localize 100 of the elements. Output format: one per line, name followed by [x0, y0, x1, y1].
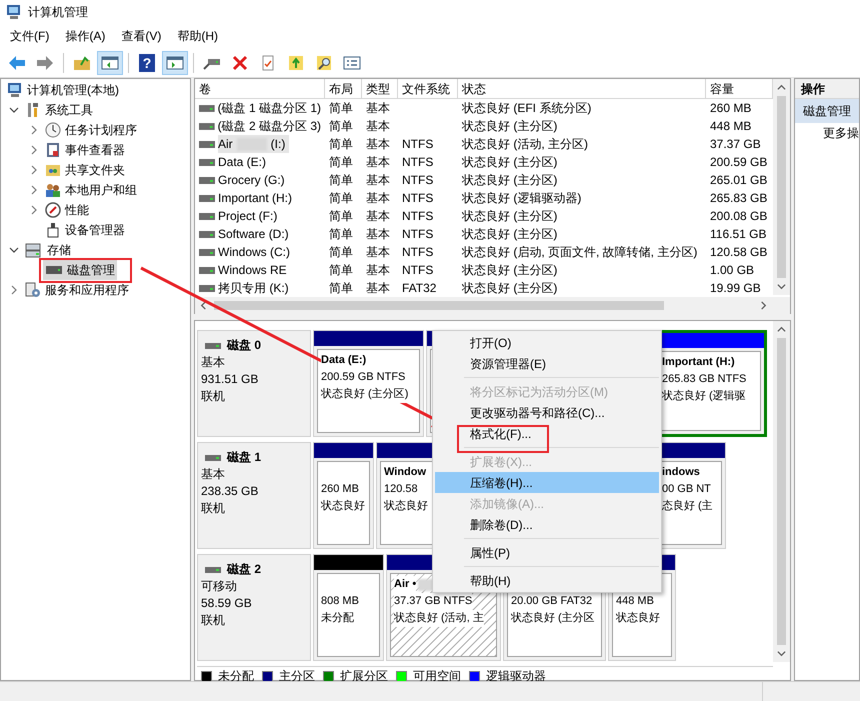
table-cell-text: 265.01 GB — [709, 172, 768, 189]
volume-name[interactable]: Project (F:) — [218, 207, 282, 225]
partition-info: 37.37 GB NTFS — [394, 593, 472, 610]
table-row[interactable]: Data (E:) 简单 基本 NTFS 状态良好 (主分区) 200.59 GB — [195, 153, 773, 171]
help-icon: ? — [139, 54, 155, 72]
table-row[interactable]: Grocery (G:) 简单 基本 NTFS 状态良好 (主分区) 265.01 GB — [195, 171, 773, 189]
menu-item[interactable]: 压缩卷(H)... — [435, 472, 659, 493]
table-row[interactable]: Windows RE 简单 基本 NTFS 状态良好 (主分区) 1.00 GB — [195, 261, 773, 279]
menu-bar-item[interactable]: 操作(A) — [57, 26, 114, 46]
partition-info: 状态良好 (活动, 主 — [394, 610, 484, 627]
column-header[interactable]: 状态 — [458, 79, 706, 99]
disk-name: 磁盘 0 — [227, 337, 262, 354]
partition[interactable]: Data (E:) 200.59 GB NTFS 状态良好 (主分区) — [313, 330, 424, 437]
menu-bar-item[interactable]: 文件(F) — [2, 26, 58, 46]
table-cell-text: 基本 — [365, 172, 391, 189]
column-header[interactable]: 卷 — [195, 79, 325, 99]
table-cell-text: 基本 — [365, 118, 391, 135]
tree-item[interactable]: 性能 — [43, 200, 91, 220]
volume-name[interactable]: Windows (C:) — [218, 243, 294, 261]
volume-name[interactable]: Windows RE — [218, 261, 291, 279]
table-cell-text: FAT32 — [401, 280, 438, 297]
table-cell-text: 基本 — [365, 244, 391, 261]
table-cell-text: 状态良好 (主分区) — [461, 118, 558, 135]
tree-item[interactable]: 本地用户和组 — [43, 180, 139, 200]
volume-name[interactable]: Data (E:) — [218, 153, 270, 171]
table-cell-text: 简单 — [328, 262, 354, 279]
table-cell-text: 简单 — [328, 280, 354, 297]
tree-item[interactable]: 共享文件夹 — [43, 160, 127, 180]
action-link[interactable]: 更多操 — [795, 123, 859, 143]
disk-name: 磁盘 2 — [227, 561, 262, 578]
table-cell-text: NTFS — [401, 262, 434, 279]
table-row[interactable]: (磁盘 1 磁盘分区 1) 简单 基本 状态良好 (EFI 系统分区) 260 MB — [195, 99, 773, 117]
tree-item[interactable]: 计算机管理(本地) — [5, 80, 121, 100]
table-cell-text: 简单 — [328, 118, 354, 135]
volume-name[interactable]: Important (H:) — [218, 189, 296, 207]
tree-item[interactable]: 设备管理器 — [43, 220, 127, 240]
legend-label: 逻辑驱动器 — [486, 668, 546, 685]
table-cell-text: 简单 — [328, 244, 354, 261]
table-row[interactable]: Software (D:) 简单 基本 NTFS 状态良好 (主分区) 116.51 GB — [195, 225, 773, 243]
table-cell-text: NTFS — [401, 244, 434, 261]
table-cell-text: NTFS — [401, 190, 434, 207]
table-cell-text: 简单 — [328, 136, 354, 153]
tree-item[interactable]: 任务计划程序 — [43, 120, 139, 140]
table-cell-text: 基本 — [365, 190, 391, 207]
volume-name[interactable]: Air (I:) — [218, 135, 290, 153]
table-row[interactable]: Air (I:) 简单 基本 NTFS 状态良好 (活动, 主分区) 37.37 GB — [195, 135, 773, 153]
partition-info: 200.59 GB NTFS — [321, 369, 406, 386]
table-cell-text: 1.00 GB — [709, 262, 756, 279]
table-cell-text: 状态良好 (启动, 页面文件, 故障转储, 主分区) — [461, 244, 698, 261]
table-cell-text: 基本 — [365, 154, 391, 171]
table-cell-text: 基本 — [365, 100, 391, 117]
table-cell-text: 260 MB — [709, 100, 752, 117]
table-cell-text: 简单 — [328, 100, 354, 117]
help-button[interactable]: ? — [134, 50, 160, 74]
table-cell-text: 状态良好 (活动, 主分区) — [461, 136, 589, 153]
table-row[interactable]: Windows (C:) 简单 基本 NTFS 状态良好 (启动, 页面文件, 故障转储, 主分区) 120.58 GB — [195, 243, 773, 261]
table-cell-text: 简单 — [328, 190, 354, 207]
table-cell-text: 简单 — [328, 226, 354, 243]
table-cell-text: NTFS — [401, 172, 434, 189]
volume-name[interactable]: (磁盘 1 磁盘分区 1) — [218, 99, 325, 117]
table-row[interactable]: 拷贝专用 (K:) 简单 基本 FAT32 状态良好 (主分区) 19.99 GB — [195, 279, 773, 297]
table-cell-text: NTFS — [401, 154, 434, 171]
tree-item[interactable]: 系统工具 — [23, 100, 95, 120]
disk-status: 联机 — [201, 500, 226, 517]
column-header[interactable]: 布局 — [325, 79, 362, 99]
partition-name: Air • — [394, 576, 416, 593]
table-cell-text: 简单 — [328, 172, 354, 189]
tree-item[interactable]: 事件查看器 — [43, 140, 127, 160]
volume-name[interactable]: Grocery (G:) — [218, 171, 289, 189]
window-title: 计算机管理 — [28, 4, 88, 21]
table-cell-text: NTFS — [401, 208, 434, 225]
tree-item[interactable]: 存储 — [23, 240, 73, 260]
partition[interactable]: 260 MB 状态良好 — [313, 442, 374, 549]
disk-type: 可移动 — [201, 578, 238, 595]
table-cell-text: 基本 — [365, 262, 391, 279]
menu-bar-item[interactable]: 帮助(H) — [169, 26, 226, 46]
tree-item[interactable]: 磁盘管理 — [43, 260, 117, 280]
column-header[interactable]: 类型 — [362, 79, 398, 99]
legend-label: 未分配 — [218, 668, 254, 685]
menu-bar-item[interactable]: 查看(V) — [113, 26, 170, 46]
tree-item[interactable]: 服务和应用程序 — [23, 280, 131, 300]
table-cell-text: 状态良好 (主分区) — [461, 154, 558, 171]
disk-size: 238.35 GB — [201, 483, 260, 500]
disk-status: 联机 — [201, 388, 226, 405]
table-cell-text: 基本 — [365, 280, 391, 297]
table-row[interactable]: Important (H:) 简单 基本 NTFS 状态良好 (逻辑驱动器) 265.83 GB — [195, 189, 773, 207]
partition-name: Data (E:) — [321, 352, 366, 369]
volume-name[interactable]: (磁盘 2 磁盘分区 3) — [218, 117, 325, 135]
actions-section-header[interactable]: 磁盘管理 — [795, 99, 859, 123]
table-row[interactable]: (磁盘 2 磁盘分区 3) 简单 基本 状态良好 (主分区) 448 MB — [195, 117, 773, 135]
volume-name[interactable]: 拷贝专用 (K:) — [218, 279, 293, 297]
volume-name[interactable]: Software (D:) — [218, 225, 293, 243]
table-row[interactable]: Project (F:) 简单 基本 NTFS 状态良好 (主分区) 200.08 GB — [195, 207, 773, 225]
table-cell-text: 200.59 GB — [709, 154, 768, 171]
table-cell-text: 状态良好 (EFI 系统分区) — [461, 100, 592, 117]
table-cell-text: 基本 — [365, 208, 391, 225]
legend-label: 可用空间 — [413, 668, 461, 685]
column-header[interactable]: 文件系统 — [398, 79, 458, 99]
table-cell-text: 448 MB — [709, 118, 752, 135]
partition[interactable]: 808 MB 未分配 — [313, 554, 384, 661]
